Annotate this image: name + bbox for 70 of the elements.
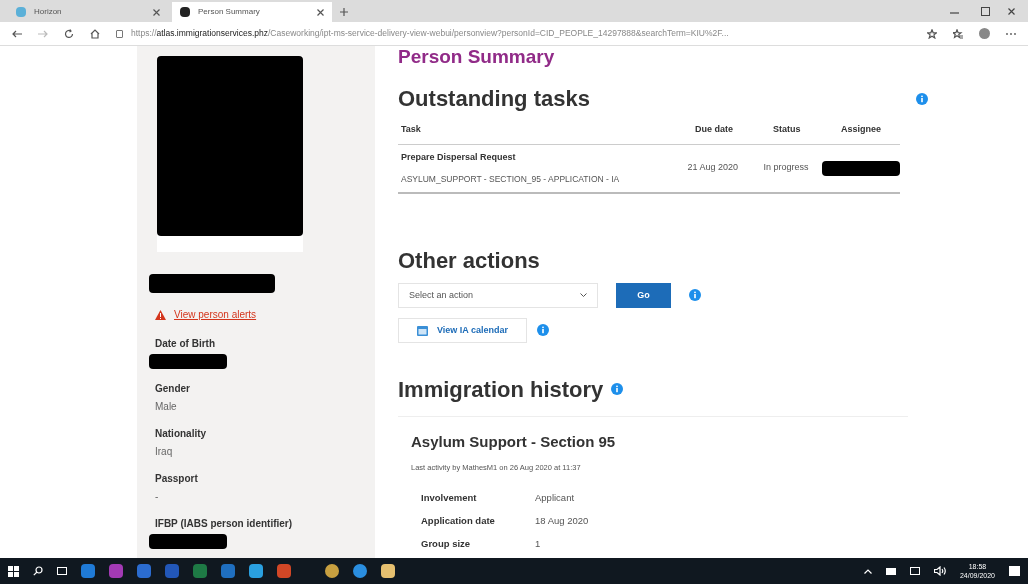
column-header: Due date [695, 123, 734, 136]
app-icon[interactable] [81, 564, 95, 578]
detail-value: 18 Aug 2020 [535, 513, 589, 528]
go-button[interactable]: Go [616, 282, 671, 308]
column-header: Status [773, 123, 802, 136]
tab-favicon-icon [180, 7, 190, 17]
app-icon[interactable] [325, 564, 339, 578]
detail-value: Applicant [535, 490, 575, 505]
section-heading: Other actions [398, 246, 541, 275]
url-text: https://atlas.immigrationservices.phz/Caseworking/ipt-ms-service-delivery-view-webui/personview?personId=CID_PEOPLE_14297888&searchTerm=KIU%2F... [131, 27, 729, 40]
table-cell-text: 21 Aug 2020 [687, 161, 740, 175]
tray-icon[interactable] [885, 567, 896, 575]
action-select[interactable]: Select an action [398, 282, 598, 308]
close-icon[interactable] [317, 8, 324, 16]
section-heading: Outstanding tasks [398, 85, 590, 113]
card-title: Asylum Support - Section 95 [411, 431, 617, 452]
plus-icon[interactable] [340, 8, 348, 16]
detail-label: Involvement [421, 490, 478, 505]
field-value: - [155, 490, 160, 504]
column-header: Assignee [841, 123, 882, 136]
close-icon[interactable] [153, 8, 160, 16]
field-value: Iraq [155, 445, 174, 459]
table-cell-text: In progress [763, 161, 810, 175]
info-icon[interactable] [537, 324, 550, 337]
task-link[interactable]: Prepare Dispersal Request [401, 150, 688, 164]
detail-label: Application date [421, 513, 496, 528]
tray-icon[interactable] [909, 567, 920, 575]
app-icon[interactable] [381, 564, 395, 578]
detail-label: Group size [421, 537, 472, 551]
field-label: Gender [155, 382, 191, 396]
field-label: Passport [155, 472, 199, 486]
section-heading: Immigration history [398, 375, 604, 404]
app-icon[interactable] [277, 564, 291, 578]
detail-value: 1 [535, 537, 541, 551]
search-icon[interactable] [33, 566, 43, 576]
home-icon[interactable] [90, 28, 100, 39]
close-icon[interactable] [1008, 8, 1015, 15]
start-icon[interactable] [8, 565, 19, 577]
info-icon[interactable] [689, 289, 701, 302]
alerts-link[interactable]: View person alerts [174, 307, 257, 322]
refresh-icon[interactable] [64, 28, 74, 39]
field-value: Male [155, 400, 178, 414]
field-label: IFBP (IABS person identifier) [155, 517, 294, 531]
maximize-icon[interactable] [981, 7, 990, 16]
field-label: Nationality [155, 427, 208, 441]
calendar-icon [417, 324, 428, 336]
browser-icon[interactable] [353, 564, 367, 578]
task-type: ASYLUM_SUPPORT - SECTION_95 - APPLICATION - IA [401, 173, 621, 186]
app-icon[interactable] [249, 564, 263, 578]
info-icon[interactable] [916, 92, 928, 105]
more-icon[interactable] [1006, 32, 1016, 35]
favorites-icon[interactable] [953, 28, 963, 39]
back-icon[interactable] [12, 29, 22, 38]
page-title: Person Summary [398, 47, 556, 66]
task-view-icon[interactable] [57, 567, 67, 575]
browser-tab[interactable]: Person Summary [172, 2, 332, 22]
tab-title: Horizon [34, 6, 63, 18]
tab-title: Person Summary [198, 6, 261, 18]
calendar-button[interactable]: View IA calendar [398, 317, 528, 343]
chevron-icon [580, 293, 587, 298]
column-header: Task [400, 123, 422, 136]
field-label: Date of Birth [155, 337, 216, 351]
profile-icon[interactable] [979, 28, 990, 39]
volume-icon[interactable] [933, 566, 946, 576]
star-icon[interactable] [927, 28, 937, 39]
url-field[interactable]: https://atlas.immigrationservices.phz/Caseworking/ipt-ms-service-delivery-view-webui/personview?personId=CID_PEOPLE_14297888&searchTerm=KIU%2F... [116, 27, 911, 40]
tab-favicon-icon [16, 7, 26, 17]
caret-icon[interactable] [863, 568, 872, 574]
info-icon[interactable] [611, 383, 624, 396]
warning-icon [155, 309, 166, 320]
